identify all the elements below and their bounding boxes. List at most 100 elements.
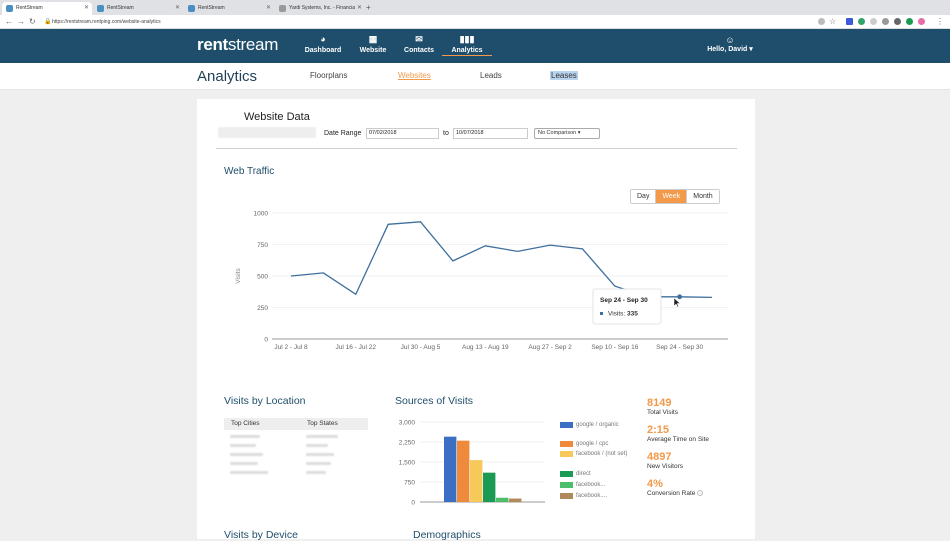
new-tab-icon[interactable]: +: [366, 2, 371, 13]
nav-analytics[interactable]: ▮▮▮ Analytics: [442, 34, 492, 56]
legend-swatch: [560, 422, 573, 428]
rentstream-favicon-icon: [188, 5, 195, 12]
browser-tab[interactable]: RentStream ✕: [2, 2, 92, 15]
dashboard-icon: ◕: [320, 34, 326, 44]
extension-icon[interactable]: [882, 18, 889, 25]
stat-label: Average Time on Site: [647, 436, 710, 443]
extension-icon[interactable]: [894, 18, 901, 25]
legend-label: facebook...: [576, 482, 606, 488]
lock-icon: 🔒: [44, 19, 52, 25]
table-row: [306, 435, 338, 438]
browser-tab-title: RentStream: [107, 5, 134, 11]
browser-tab-title: RentStream: [16, 5, 43, 11]
table-row: [230, 435, 260, 438]
close-icon[interactable]: ✕: [357, 2, 362, 15]
avg-time-stat: 2:15 Average Time on Site: [647, 424, 709, 444]
period-week-button[interactable]: Week: [655, 190, 687, 203]
back-icon[interactable]: ←: [5, 16, 13, 28]
star-icon[interactable]: ☆: [829, 16, 836, 28]
legend-label: google / cpc: [576, 441, 609, 447]
location-table-header: Top Cities Top States: [224, 418, 368, 430]
extension-icon[interactable]: [858, 18, 865, 25]
conversion-rate-stat: 4% Conversion Rate?: [647, 478, 704, 498]
legend-label: facebook / (not set): [576, 451, 628, 457]
table-row: [230, 453, 263, 456]
tab-websites[interactable]: Websites: [398, 71, 431, 80]
user-greeting: Hello, David: [707, 46, 748, 53]
legend-swatch: [560, 482, 573, 488]
legend-label: direct: [576, 471, 591, 477]
stat-label: New Visitors: [647, 463, 684, 470]
table-row: [306, 462, 331, 465]
tab-floorplans[interactable]: Floorplans: [310, 71, 347, 80]
user-menu[interactable]: ☺ Hello, David ▾: [700, 35, 760, 53]
extension-icon[interactable]: [906, 18, 913, 25]
browser-tab[interactable]: Yardi Systems, Inc. - Financia ✕: [275, 2, 365, 15]
nav-dashboard[interactable]: ◕ Dashboard: [298, 34, 348, 54]
legend-swatch: [560, 451, 573, 457]
location-table: Top Cities Top States: [224, 418, 368, 480]
stat-value: 4897: [647, 451, 672, 463]
nav-label: Contacts: [404, 47, 434, 54]
close-icon[interactable]: ✕: [84, 2, 89, 15]
legend-swatch: [560, 471, 573, 477]
new-visitors-stat: 4897 New Visitors: [647, 451, 683, 471]
date-range-label: Date Range: [324, 130, 362, 137]
nav-label: Website: [359, 47, 387, 54]
browser-tab[interactable]: RentStream ✕: [184, 2, 274, 15]
close-icon[interactable]: ✕: [266, 2, 271, 15]
address-bar: ← → ↻ 🔒 https://rentstream.rentping.com/…: [0, 15, 950, 29]
start-date-input[interactable]: 07/02/2018: [366, 128, 439, 139]
period-toggle: Day Week Month: [630, 189, 720, 204]
url-text: https://rentstream.rentping.com/website-…: [52, 19, 161, 25]
zoom-icon[interactable]: [818, 18, 825, 25]
close-icon[interactable]: ✕: [175, 2, 180, 15]
divider: [216, 148, 737, 149]
nav-label: Dashboard: [304, 47, 342, 54]
website-data-title: Website Data: [244, 111, 310, 123]
web-traffic-title: Web Traffic: [224, 166, 275, 177]
url-field[interactable]: 🔒 https://rentstream.rentping.com/websit…: [42, 17, 812, 27]
tab-leases[interactable]: Leases: [550, 71, 578, 80]
analytics-subnav: Analytics Floorplans Websites Leads Leas…: [0, 63, 950, 90]
stat-value: 4%: [647, 478, 663, 490]
extension-icon[interactable]: [918, 18, 925, 25]
rentstream-logo[interactable]: rentstream: [197, 35, 278, 55]
period-day-button[interactable]: Day: [631, 190, 656, 203]
table-row: [306, 444, 328, 447]
comparison-select[interactable]: No Comparison ▾: [534, 128, 600, 139]
extension-icon[interactable]: [870, 18, 877, 25]
table-row: [306, 471, 326, 474]
browser-tab-title: RentStream: [198, 5, 225, 11]
browser-tab[interactable]: RentStream ✕: [93, 2, 183, 15]
table-row: [230, 444, 256, 447]
property-selector[interactable]: [218, 127, 316, 138]
analytics-icon: ▮▮▮: [459, 34, 475, 44]
help-icon[interactable]: ?: [697, 490, 704, 497]
more-menu-icon[interactable]: ⋮: [936, 16, 944, 28]
stat-value: 8149: [647, 397, 672, 409]
nav-contacts[interactable]: ✉ Contacts: [394, 34, 444, 54]
reload-icon[interactable]: ↻: [29, 16, 36, 28]
legend-swatch: [560, 441, 573, 447]
rentstream-favicon-icon: [6, 5, 13, 12]
caret-down-icon: ▾: [577, 130, 581, 136]
period-month-button[interactable]: Month: [686, 190, 719, 203]
caret-down-icon: ▾: [749, 46, 753, 53]
top-states-header: Top States: [307, 420, 338, 427]
table-row: [230, 462, 258, 465]
browser-tab-bar: RentStream ✕ RentStream ✕ RentStream ✕ Y…: [0, 0, 950, 15]
legend-label: facebook....: [576, 493, 608, 499]
legend-label: google / organic: [576, 422, 619, 428]
extension-icon[interactable]: [846, 18, 853, 25]
visits-by-location-title: Visits by Location: [224, 395, 306, 407]
page-title: Analytics: [197, 68, 258, 85]
tab-leads[interactable]: Leads: [480, 71, 502, 80]
table-row: [306, 453, 334, 456]
user-icon: ☺: [725, 35, 735, 45]
comparison-value: No Comparison: [538, 130, 577, 136]
end-date-input[interactable]: 10/07/2018: [453, 128, 528, 139]
forward-icon[interactable]: →: [17, 16, 25, 28]
nav-label: Analytics: [451, 47, 483, 54]
nav-website[interactable]: ▦ Website: [348, 34, 398, 54]
